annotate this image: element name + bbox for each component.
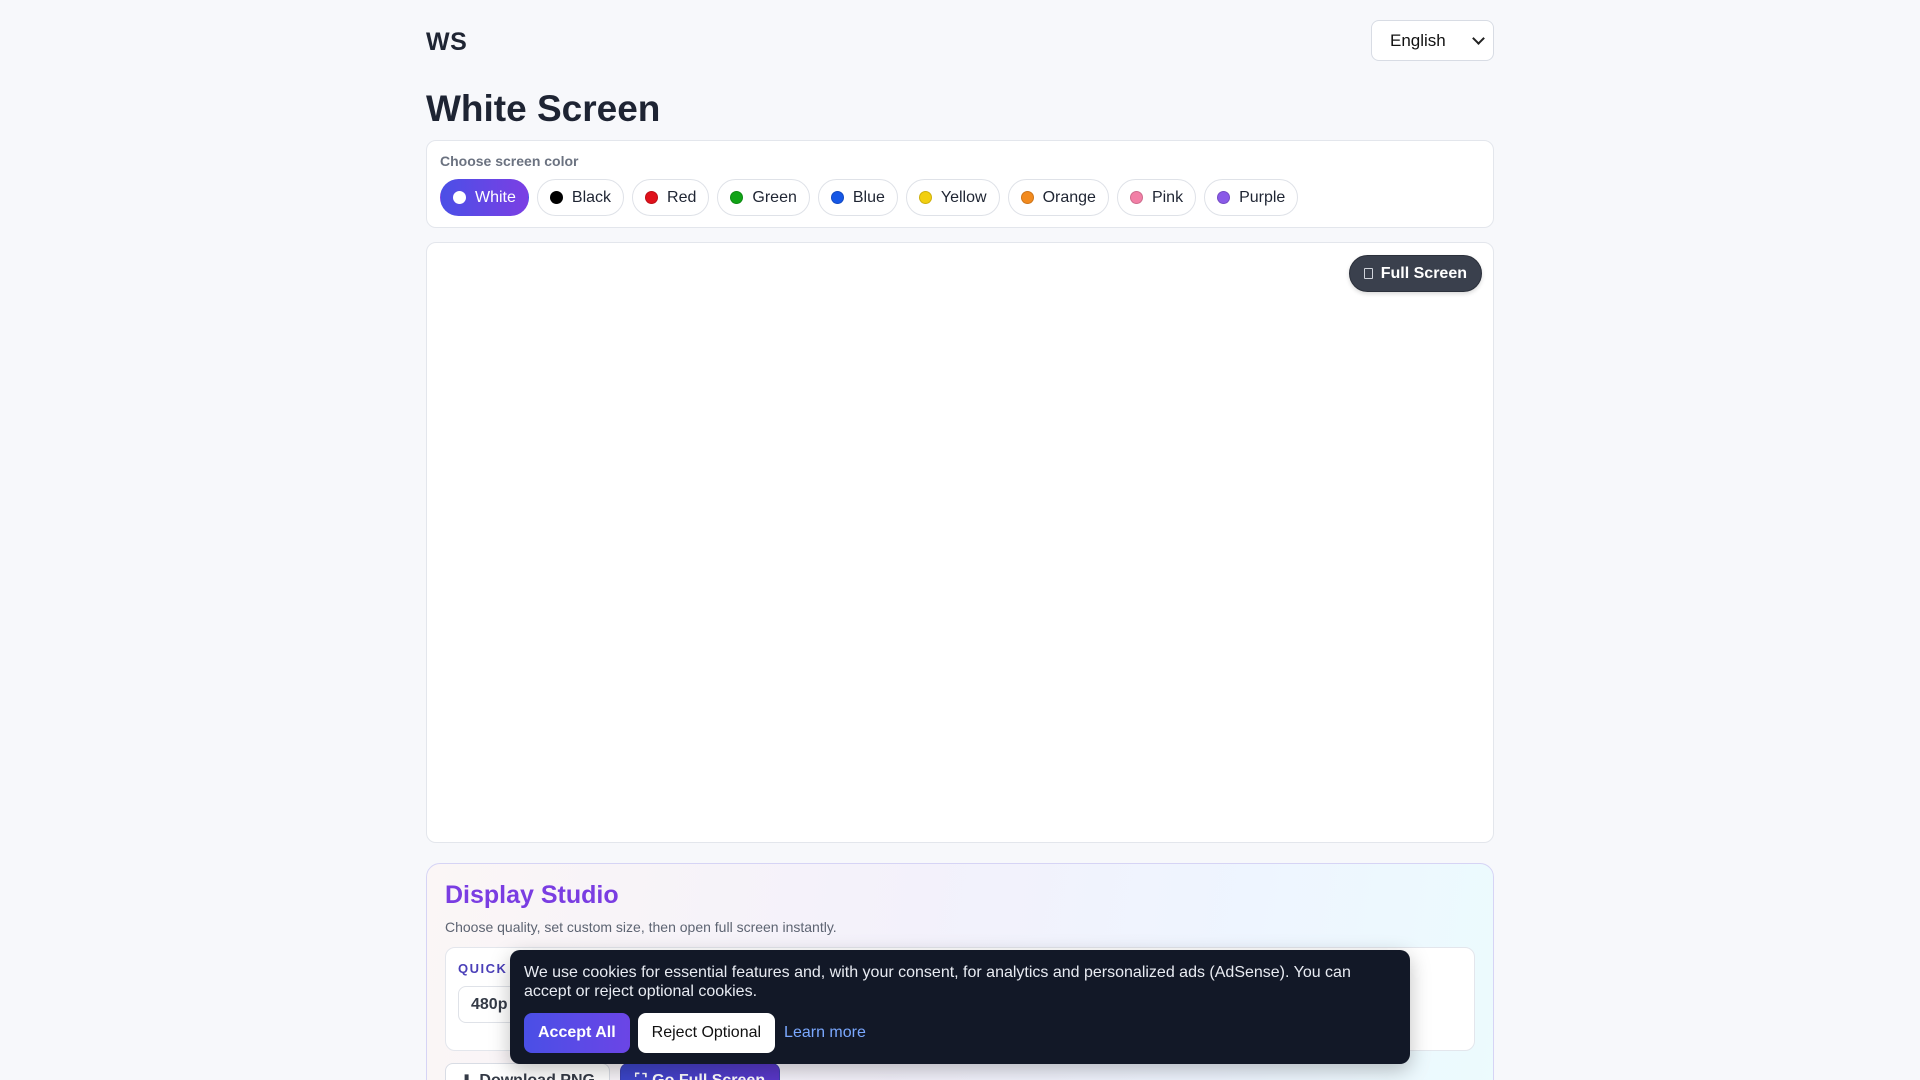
- color-chip-black[interactable]: Black: [536, 179, 625, 216]
- learn-more-link[interactable]: Learn more: [784, 1024, 866, 1042]
- color-chip-label: Blue: [852, 188, 885, 206]
- color-chip-orange[interactable]: Orange: [1007, 179, 1109, 216]
- color-chip-label: Black: [571, 188, 612, 206]
- language-select-value: English: [1390, 30, 1446, 50]
- full-screen-button-label: Full Screen: [1380, 264, 1467, 282]
- language-select[interactable]: English: [1371, 20, 1494, 61]
- go-full-screen-label: Go Full Screen: [652, 1072, 765, 1080]
- accept-all-button[interactable]: Accept All: [524, 1013, 630, 1053]
- fullscreen-icon: [1363, 268, 1373, 279]
- cookie-actions: Accept All Reject Optional Learn more: [524, 1013, 1396, 1053]
- color-dot-icon: [1020, 191, 1034, 204]
- color-dot-icon: [730, 191, 744, 204]
- go-full-screen-button[interactable]: ⛶ Go Full Screen: [619, 1063, 781, 1080]
- full-screen-button[interactable]: Full Screen: [1348, 255, 1482, 292]
- color-chip-label: Green: [752, 188, 797, 206]
- color-chip-green[interactable]: Green: [717, 179, 810, 216]
- color-dot-icon: [918, 191, 932, 204]
- color-chip-blue[interactable]: Blue: [817, 179, 898, 216]
- studio-actions: ⬇ Download PNG ⛶ Go Full Screen: [445, 1063, 781, 1080]
- color-chip-list: White Black Red Green Blue Yellow Orange Pink Pu…: [440, 179, 1480, 216]
- color-dot-icon: [549, 191, 563, 204]
- color-chip-label: Purple: [1239, 188, 1286, 206]
- studio-subtitle: Choose quality, set custom size, then op…: [445, 919, 837, 935]
- color-chip-label: Pink: [1151, 188, 1184, 206]
- color-dot-icon: [453, 191, 466, 204]
- studio-title: Display Studio: [445, 881, 619, 909]
- page-title: White Screen: [426, 88, 661, 129]
- color-dot-icon: [1129, 191, 1143, 204]
- color-dot-icon: [1217, 191, 1231, 204]
- site-logo[interactable]: WS: [426, 28, 467, 57]
- color-chip-red[interactable]: Red: [632, 179, 710, 216]
- cookie-banner: We use cookies for essential features an…: [510, 950, 1410, 1064]
- color-chip-label: Red: [667, 188, 697, 206]
- chevron-down-icon: [1472, 31, 1485, 45]
- reject-optional-button[interactable]: Reject Optional: [637, 1013, 776, 1053]
- color-chip-purple[interactable]: Purple: [1204, 179, 1299, 216]
- color-chip-label: White: [475, 188, 516, 206]
- screen-preview[interactable]: Full Screen: [426, 242, 1494, 843]
- download-png-label: Download PNG: [479, 1072, 595, 1080]
- cookie-text: We use cookies for essential features an…: [524, 964, 1351, 1000]
- color-dot-icon: [645, 191, 659, 204]
- color-chip-label: Yellow: [940, 188, 987, 206]
- download-icon: ⬇: [460, 1071, 473, 1080]
- color-chooser-label: Choose screen color: [440, 153, 579, 169]
- top-bar: WS English: [426, 0, 1494, 80]
- download-png-button[interactable]: ⬇ Download PNG: [445, 1063, 610, 1080]
- color-chip-yellow[interactable]: Yellow: [905, 179, 1000, 216]
- color-chip-pink[interactable]: Pink: [1116, 179, 1197, 216]
- fullscreen-icon: ⛶: [635, 1072, 646, 1080]
- color-chip-white[interactable]: White: [440, 179, 529, 216]
- page-wrapper: WS English White Screen Choose screen co…: [426, 0, 1494, 1080]
- color-chooser: Choose screen color White Black Red Green Bl…: [426, 140, 1494, 228]
- color-chip-label: Orange: [1042, 188, 1096, 206]
- color-dot-icon: [830, 191, 844, 204]
